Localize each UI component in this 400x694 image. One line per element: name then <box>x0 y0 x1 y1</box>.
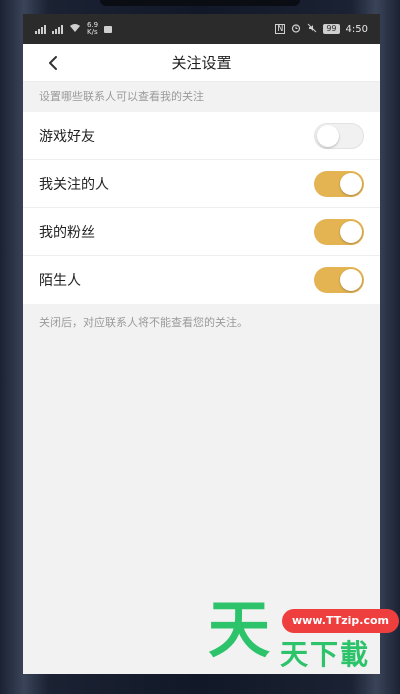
wifi-icon <box>69 23 81 36</box>
setting-label: 我关注的人 <box>39 176 109 193</box>
toggle-knob <box>340 172 362 195</box>
phone-screen: 6.9 K/s N 99 4:50 关注设置 设置哪些联系人可以查看我的关注 游… <box>23 14 380 674</box>
toggle-strangers[interactable] <box>314 267 364 293</box>
network-speed: 6.9 K/s <box>87 21 99 36</box>
setting-row-strangers: 陌生人 <box>23 256 380 304</box>
watermark-logo: 天 www.TTzip.com 天下載 <box>208 595 399 673</box>
alarm-icon <box>291 23 301 36</box>
mute-icon <box>307 23 317 36</box>
signal-icon-2 <box>52 24 63 34</box>
toggle-knob <box>340 269 362 291</box>
setting-label: 游戏好友 <box>39 128 95 145</box>
setting-label: 我的粉丝 <box>39 224 95 241</box>
setting-row-following: 我关注的人 <box>23 160 380 208</box>
toggle-fans[interactable] <box>314 218 364 245</box>
watermark-url: www.TTzip.com <box>282 609 399 633</box>
status-left: 6.9 K/s <box>35 21 113 36</box>
setting-row-fans: 我的粉丝 <box>23 208 380 256</box>
section-hint: 设置哪些联系人可以查看我的关注 <box>23 82 380 112</box>
watermark-text: 天下載 <box>280 638 371 671</box>
status-right: N 99 4:50 <box>275 23 368 36</box>
setting-label: 陌生人 <box>39 273 81 289</box>
nfc-icon: N <box>275 24 286 34</box>
app-header: 关注设置 <box>23 44 380 82</box>
setting-row-game-friends: 游戏好友 <box>23 112 380 160</box>
status-time: 4:50 <box>345 23 368 35</box>
toggle-knob <box>317 124 339 147</box>
notification-icon <box>104 25 113 33</box>
toggle-game-friends[interactable] <box>314 122 364 149</box>
phone-frame: 6.9 K/s N 99 4:50 关注设置 设置哪些联系人可以查看我的关注 游… <box>0 0 400 694</box>
watermark-big-char: 天 <box>208 593 271 666</box>
page-title: 关注设置 <box>171 54 232 72</box>
phone-notch <box>100 0 300 6</box>
signal-icon <box>35 24 46 34</box>
footer-note: 关闭后，对应联系人将不能查看您的关注。 <box>39 316 248 329</box>
status-bar: 6.9 K/s N 99 4:50 <box>23 14 380 44</box>
battery-icon: 99 <box>323 24 340 34</box>
toggle-following[interactable] <box>314 170 364 197</box>
toggle-knob <box>340 220 362 243</box>
settings-list: 游戏好友 我关注的人 我的粉丝 陌生人 <box>23 112 380 304</box>
